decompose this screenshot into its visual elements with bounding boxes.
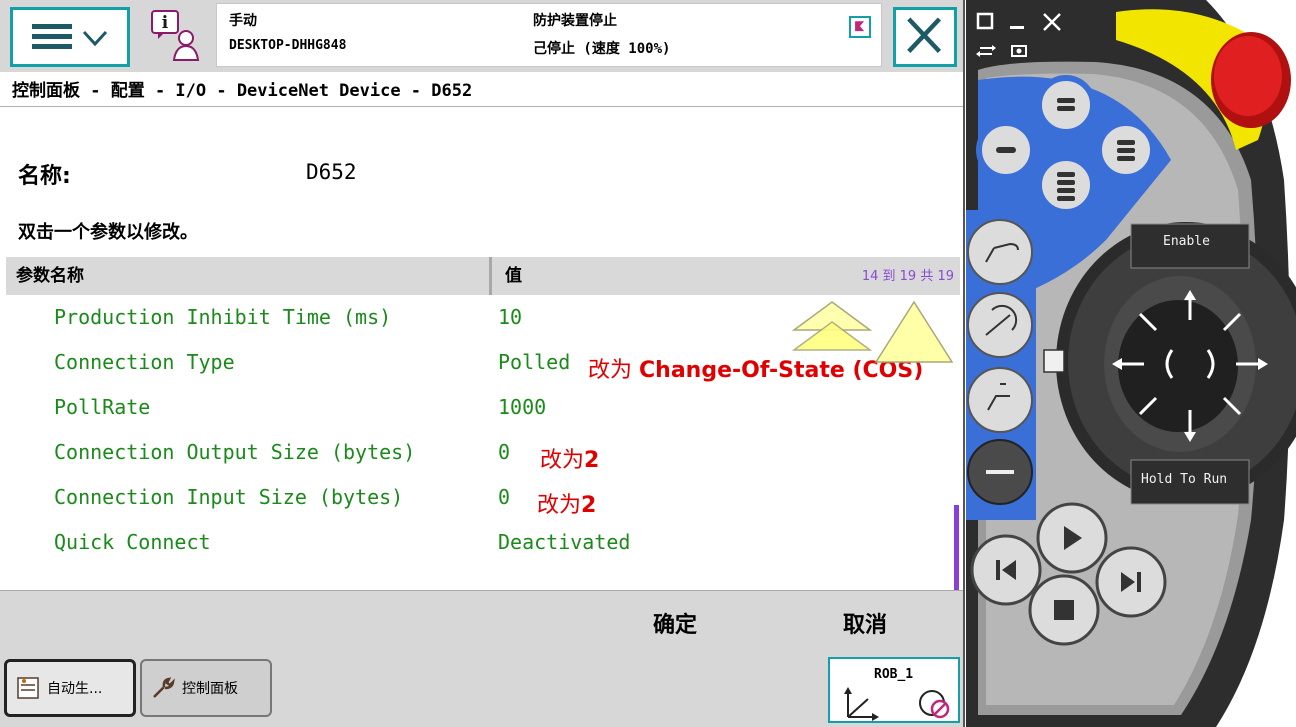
table-row[interactable]: PollRate 1000: [0, 395, 958, 440]
device-name-value: D652: [306, 160, 357, 184]
column-header-value[interactable]: 值: [505, 261, 522, 286]
scrollbar[interactable]: [954, 505, 959, 591]
parameter-value: 10: [498, 305, 523, 329]
safety-status: 防护装置停止: [533, 13, 617, 29]
enable-label: Enable: [1163, 234, 1210, 249]
close-window-icon[interactable]: [1043, 13, 1061, 31]
divider: [0, 106, 963, 107]
task-auto-production[interactable]: 自动生...: [4, 659, 136, 717]
svg-text:i: i: [162, 13, 169, 33]
table-row[interactable]: Quick Connect Deactivated: [0, 530, 958, 575]
stop-icon: [1054, 600, 1074, 620]
pendant-body: [966, 0, 1296, 727]
close-button[interactable]: [893, 7, 957, 67]
maximize-icon[interactable]: [976, 12, 994, 30]
parameter-name: Connection Type: [54, 350, 235, 374]
action-bar: 确定 取消: [0, 590, 963, 654]
parameter-table-header: 参数名称 值 14 到 19 共 19: [6, 257, 960, 295]
page-counter: 14 到 19 共 19: [861, 269, 954, 284]
hold-to-run-label: Hold To Run: [1141, 472, 1228, 487]
parameter-value: Deactivated: [498, 530, 631, 554]
chevron-down-icon: [82, 30, 108, 47]
parameter-name: Quick Connect: [54, 530, 211, 554]
top-bar: i 手动 DESKTOP-DHHG848 防护装置停止 己停止 (速度 100%…: [0, 0, 963, 72]
coordinate-system-icon: [844, 687, 879, 721]
scroll-up-icon[interactable]: [790, 296, 955, 366]
annotation-input-size: 改为2: [537, 487, 596, 519]
event-log-icon[interactable]: i: [148, 8, 204, 64]
breadcrumb: 控制面板 - 配置 - I/O - DeviceNet Device - D65…: [12, 81, 473, 101]
annotation-output-size: 改为2: [540, 442, 599, 474]
instruction-text: 双击一个参数以修改。: [18, 222, 198, 243]
ok-button[interactable]: 确定: [620, 591, 730, 654]
robot-name: ROB_1: [874, 667, 914, 682]
run-status: 己停止 (速度 100%): [533, 41, 671, 57]
production-window-icon: [17, 677, 39, 699]
parameter-value: 0: [498, 440, 511, 464]
cancel-button[interactable]: 取消: [810, 591, 920, 654]
main-menu-button[interactable]: [10, 7, 130, 67]
annotation-target: 2: [581, 493, 597, 518]
quickset-robot[interactable]: ROB_1: [828, 657, 960, 723]
hamburger-icon: [32, 24, 72, 50]
taskbar: 自动生... 控制面板 ROB_1: [0, 653, 963, 727]
swap-icon[interactable]: [976, 45, 996, 57]
operating-mode: 手动: [229, 13, 257, 29]
parameter-name: Connection Input Size (bytes): [54, 485, 404, 509]
annotation-target: 2: [584, 448, 600, 473]
window-controls: [966, 0, 1076, 60]
column-header-name[interactable]: 参数名称: [6, 257, 492, 295]
parameter-value: 0: [498, 485, 511, 509]
minimize-icon[interactable]: [1010, 26, 1024, 29]
annotation-prefix: 改为: [588, 358, 633, 383]
annotation-prefix: 改为: [540, 448, 585, 473]
status-flag-icon: [849, 16, 871, 38]
emergency-stop-button[interactable]: [1211, 32, 1291, 128]
task-control-panel[interactable]: 控制面板: [140, 659, 272, 717]
wrench-icon: [153, 677, 175, 698]
camera-icon[interactable]: [1011, 45, 1027, 57]
annotation-prefix: 改为: [537, 493, 582, 518]
usb-port-icon: [1043, 349, 1065, 373]
parameter-name: Connection Output Size (bytes): [54, 440, 416, 464]
status-panel[interactable]: 手动 DESKTOP-DHHG848 防护装置停止 己停止 (速度 100%): [216, 3, 882, 67]
parameter-value: 1000: [498, 395, 547, 419]
controller-name: DESKTOP-DHHG848: [229, 38, 347, 53]
incremental-mode-icon: [919, 690, 950, 719]
parameter-value: Polled: [498, 350, 571, 374]
flexpendant-screen: i 手动 DESKTOP-DHHG848 防护装置停止 己停止 (速度 100%…: [0, 0, 965, 727]
task-label: 自动生...: [47, 681, 103, 697]
parameter-name: Production Inhibit Time (ms): [54, 305, 392, 329]
parameter-name: PollRate: [54, 395, 151, 419]
device-name-label: 名称:: [18, 164, 71, 189]
table-row[interactable]: Connection Input Size (bytes) 0 改为2: [0, 485, 958, 530]
task-label: 控制面板: [182, 681, 238, 697]
pendant-hardware: Enable Hold To Run: [966, 0, 1296, 727]
table-row[interactable]: Connection Output Size (bytes) 0 改为2: [0, 440, 958, 485]
